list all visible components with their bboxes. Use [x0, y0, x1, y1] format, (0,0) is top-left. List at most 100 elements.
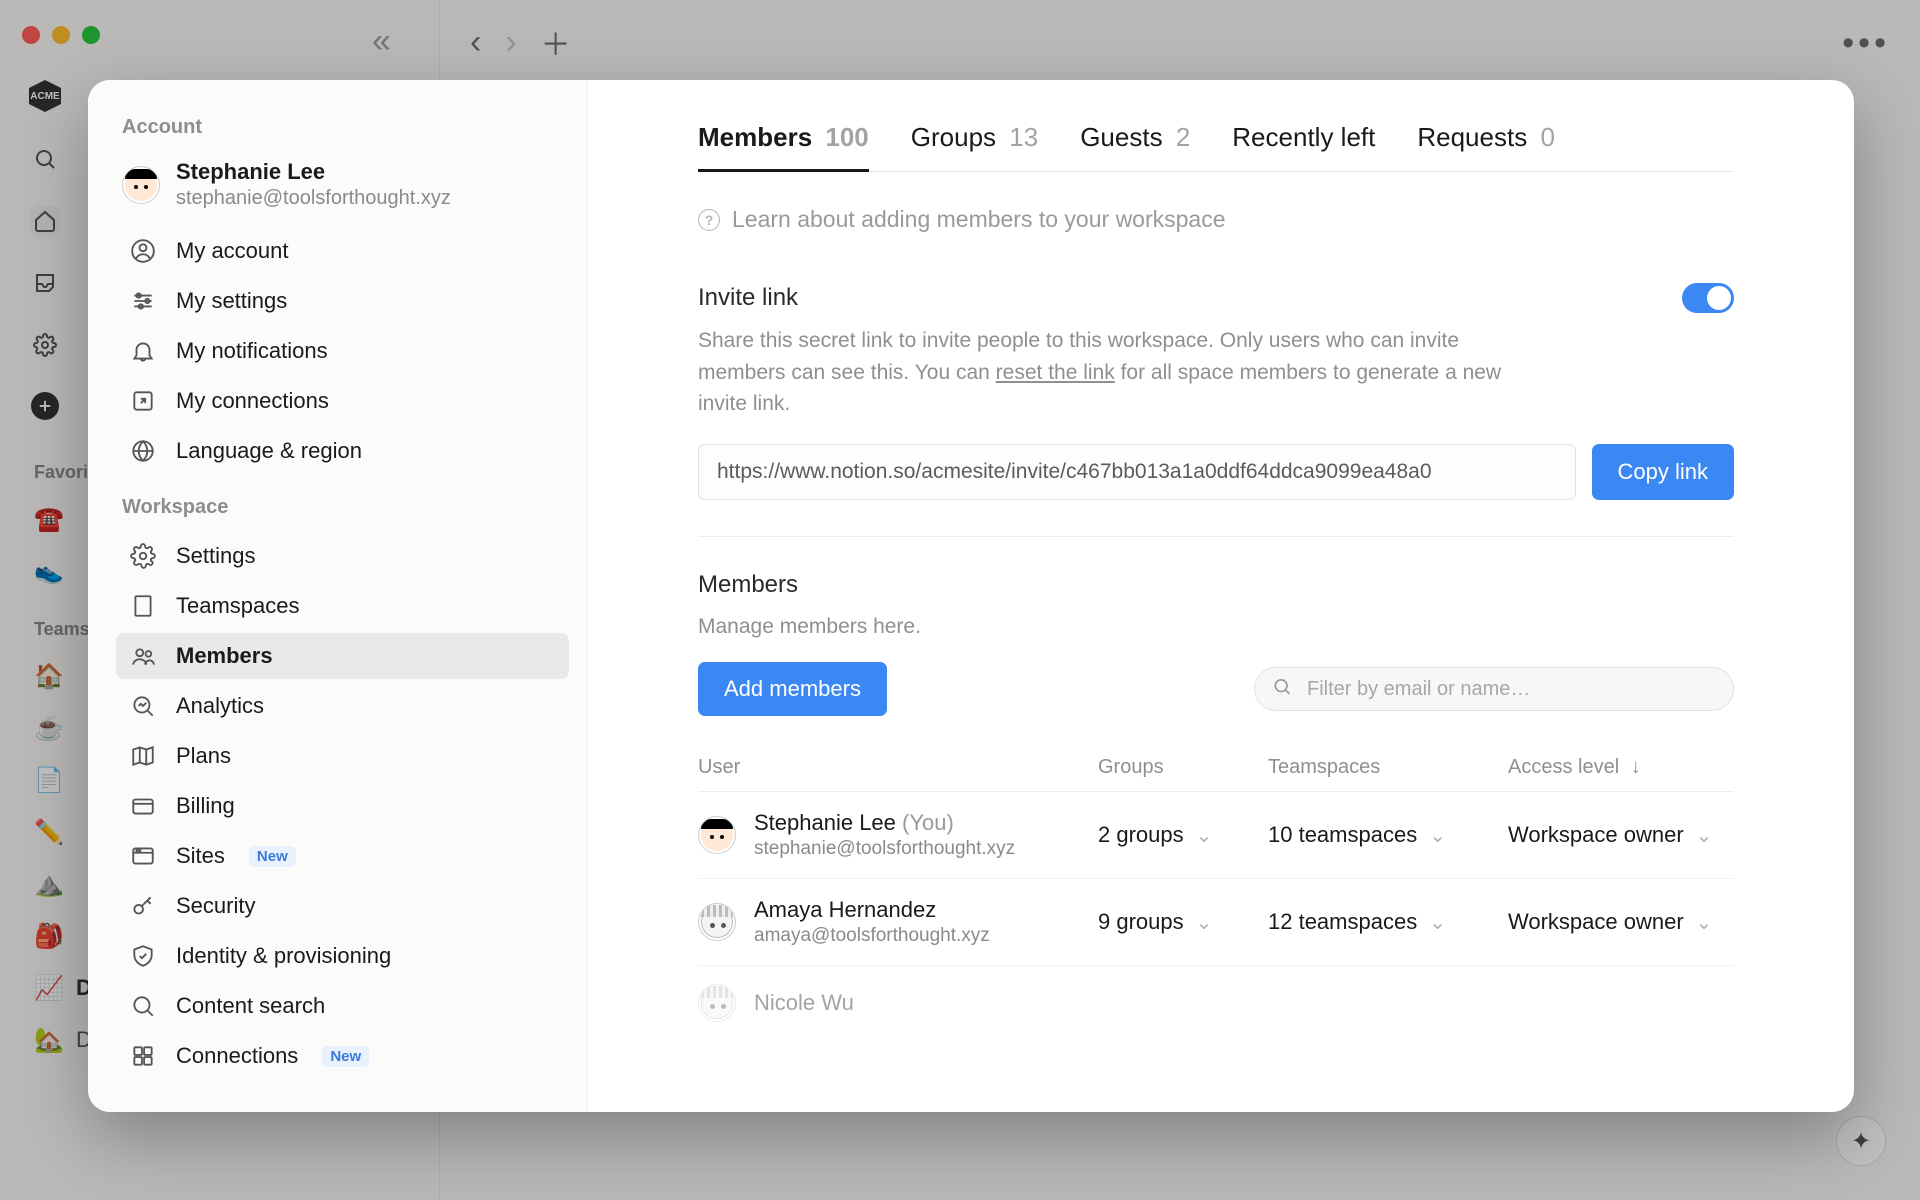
avatar: [122, 166, 160, 204]
sidebar-item-label: My connections: [176, 388, 329, 414]
sidebar-item-security[interactable]: Security: [116, 883, 569, 929]
tab-groups[interactable]: Groups 13: [911, 122, 1038, 171]
tab-label: Guests: [1080, 122, 1162, 152]
avatar: [698, 816, 736, 854]
invite-title: Invite link: [698, 284, 798, 312]
chart-icon: [130, 693, 156, 719]
sidebar-item-billing[interactable]: Billing: [116, 783, 569, 829]
groups-dropdown[interactable]: 2 groups⌄: [1098, 822, 1268, 848]
user-circle-icon: [130, 238, 156, 264]
sidebar-item-my-connections[interactable]: My connections: [116, 378, 569, 424]
tab-label: Members: [698, 122, 812, 152]
chevron-down-icon: ⌄: [1429, 910, 1446, 935]
sidebar-item-label: Analytics: [176, 693, 264, 719]
tab-count: 13: [1009, 122, 1038, 152]
avatar: [698, 903, 736, 941]
chevron-down-icon: ⌄: [1696, 823, 1713, 848]
sidebar-item-content-search[interactable]: Content search: [116, 983, 569, 1029]
filter-input[interactable]: [1254, 667, 1734, 711]
learn-link[interactable]: ? Learn about adding members to your wor…: [698, 206, 1734, 233]
new-badge: New: [322, 1046, 369, 1067]
sidebar-item-my-account[interactable]: My account: [116, 228, 569, 274]
sidebar-item-identity[interactable]: Identity & provisioning: [116, 933, 569, 979]
sidebar-item-connections[interactable]: Connections New: [116, 1033, 569, 1079]
grid-icon: [130, 1043, 156, 1069]
sidebar-item-teamspaces[interactable]: Teamspaces: [116, 583, 569, 629]
invite-link-input[interactable]: https://www.notion.so/acmesite/invite/c4…: [698, 444, 1576, 500]
col-access[interactable]: Access level ↓: [1508, 756, 1734, 779]
chevron-down-icon: ⌄: [1196, 910, 1213, 935]
tab-guests[interactable]: Guests 2: [1080, 122, 1190, 171]
table-row-truncated: Nicole Wu: [698, 966, 1734, 1040]
filter-wrap: [1254, 667, 1734, 711]
avatar: [698, 984, 736, 1022]
teamspaces-dropdown[interactable]: 12 teamspaces ⌄: [1268, 909, 1508, 935]
building-icon: [130, 593, 156, 619]
member-tabs: Members 100 Groups 13 Guests 2 Recently lef…: [698, 122, 1734, 172]
sidebar-item-my-notifications[interactable]: My notifications: [116, 328, 569, 374]
teamspaces-dropdown[interactable]: 10 teamspaces⌄: [1268, 822, 1508, 848]
invite-link-header: Invite link: [698, 283, 1734, 313]
sidebar-item-my-settings[interactable]: My settings: [116, 278, 569, 324]
groups-value: 9 groups: [1098, 909, 1184, 935]
sidebar-item-label: My settings: [176, 288, 287, 314]
sidebar-item-settings[interactable]: Settings: [116, 533, 569, 579]
sidebar-item-language-region[interactable]: Language & region: [116, 428, 569, 474]
access-dropdown[interactable]: Workspace owner⌄: [1508, 909, 1734, 935]
invite-description: Share this secret link to invite people …: [698, 325, 1528, 420]
tab-label: Groups: [911, 122, 996, 152]
tab-members[interactable]: Members 100: [698, 122, 869, 171]
tab-label: Recently left: [1232, 122, 1375, 152]
groups-dropdown[interactable]: 9 groups ⌄: [1098, 909, 1268, 935]
sidebar-item-label: Identity & provisioning: [176, 943, 391, 969]
profile-name: Stephanie Lee: [176, 159, 451, 185]
sidebar-item-plans[interactable]: Plans: [116, 733, 569, 779]
learn-text: Learn about adding members to your works…: [732, 206, 1226, 233]
tab-count: 100: [825, 122, 868, 152]
table-row: Stephanie Lee (You) stephanie@toolsforth…: [698, 792, 1734, 879]
sidebar-item-label: Connections: [176, 1043, 298, 1069]
sidebar-item-label: My notifications: [176, 338, 328, 364]
tab-requests[interactable]: Requests 0: [1417, 122, 1555, 171]
user-name: Stephanie Lee (You): [754, 810, 1015, 836]
sidebar-item-label: Teamspaces: [176, 593, 300, 619]
map-icon: [130, 743, 156, 769]
sidebar-item-sites[interactable]: Sites New: [116, 833, 569, 879]
user-email: stephanie@toolsforthought.xyz: [754, 838, 1015, 860]
sort-down-icon: ↓: [1631, 756, 1641, 778]
divider: [698, 536, 1734, 537]
sidebar-item-label: Language & region: [176, 438, 362, 464]
sidebar-item-members[interactable]: Members: [116, 633, 569, 679]
col-teamspaces[interactable]: Teamspaces: [1268, 756, 1508, 779]
settings-sidebar: Account Stephanie Lee stephanie@toolsfor…: [88, 80, 588, 1112]
members-table: User Groups Teamspaces Access level ↓ St…: [698, 744, 1734, 1040]
help-icon: ?: [698, 209, 720, 231]
invite-link-toggle[interactable]: [1682, 283, 1734, 313]
tab-count: 2: [1176, 122, 1190, 152]
gear-icon: [130, 543, 156, 569]
card-icon: [130, 793, 156, 819]
col-user[interactable]: User: [698, 756, 1098, 779]
sidebar-item-analytics[interactable]: Analytics: [116, 683, 569, 729]
sidebar-item-label: My account: [176, 238, 289, 264]
copy-link-button[interactable]: Copy link: [1592, 444, 1734, 500]
section-workspace: Workspace: [122, 496, 563, 519]
add-members-button[interactable]: Add members: [698, 662, 887, 716]
col-groups[interactable]: Groups: [1098, 756, 1268, 779]
people-icon: [130, 643, 156, 669]
groups-value: 2 groups: [1098, 822, 1184, 848]
tab-label: Requests: [1417, 122, 1527, 152]
sidebar-item-label: Security: [176, 893, 255, 919]
chevron-down-icon: ⌄: [1696, 910, 1713, 935]
teamspaces-value: 12 teamspaces: [1268, 909, 1417, 935]
search-icon: [1272, 677, 1292, 702]
browser-icon: [130, 843, 156, 869]
reset-link[interactable]: reset the link: [996, 361, 1115, 384]
profile-row[interactable]: Stephanie Lee stephanie@toolsforthought.…: [116, 153, 569, 228]
user-name: Nicole Wu: [754, 990, 854, 1016]
bell-icon: [130, 338, 156, 364]
chevron-down-icon: ⌄: [1429, 823, 1446, 848]
members-title: Members: [698, 571, 1734, 599]
access-dropdown[interactable]: Workspace owner⌄: [1508, 822, 1734, 848]
tab-recently-left[interactable]: Recently left: [1232, 122, 1375, 171]
